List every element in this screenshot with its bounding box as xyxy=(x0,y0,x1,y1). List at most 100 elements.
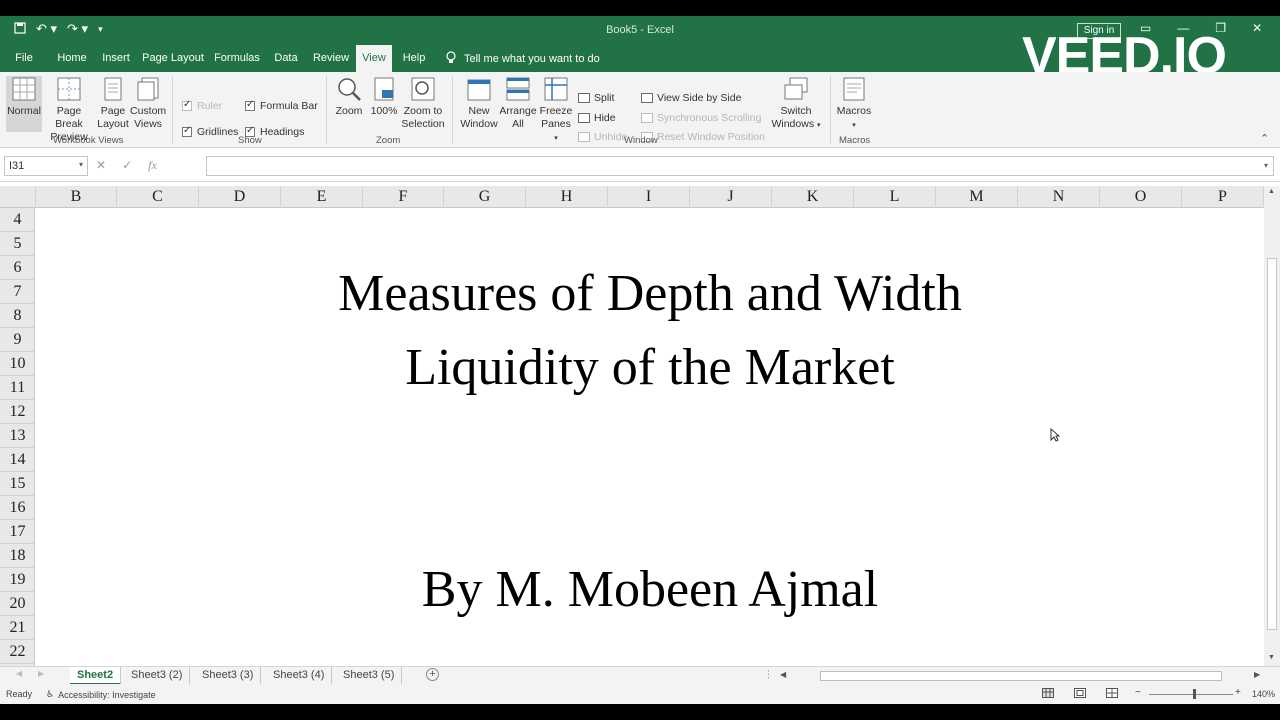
tab-page-layout[interactable]: Page Layout xyxy=(140,45,206,72)
close-icon[interactable]: ✕ xyxy=(1252,21,1262,35)
sheet-tab[interactable]: Sheet3 (5) xyxy=(336,667,403,685)
row-header[interactable]: 6 xyxy=(0,256,34,280)
split-button[interactable]: Split xyxy=(578,92,614,104)
column-header[interactable]: E xyxy=(281,186,363,208)
arrange-all-button[interactable]: Arrange All xyxy=(498,76,538,131)
column-header[interactable]: J xyxy=(690,186,772,208)
scroll-down-icon[interactable]: ▼ xyxy=(1268,654,1275,661)
column-header[interactable]: N xyxy=(1018,186,1100,208)
row-header[interactable]: 19 xyxy=(0,568,34,592)
sheet-tab[interactable]: Sheet3 (3) xyxy=(195,667,262,685)
tab-insert[interactable]: Insert xyxy=(98,45,134,72)
insert-function-icon[interactable]: fx xyxy=(148,158,157,173)
row-header[interactable]: 12 xyxy=(0,400,34,424)
ruler-checkbox[interactable]: Ruler xyxy=(182,99,222,112)
row-header[interactable]: 20 xyxy=(0,592,34,616)
scroll-up-icon[interactable]: ▲ xyxy=(1268,188,1275,195)
new-window-button[interactable]: New Window xyxy=(458,76,500,131)
zoom-percentage[interactable]: 140% xyxy=(1252,689,1275,699)
enter-icon[interactable]: ✓ xyxy=(122,158,132,173)
row-header[interactable]: 5 xyxy=(0,232,34,256)
reset-window-position-button[interactable]: Reset Window Position xyxy=(641,131,765,143)
add-sheet-icon[interactable]: + xyxy=(426,668,439,681)
prev-sheet-icon[interactable]: ◀ xyxy=(16,669,22,678)
zoom-100-button[interactable]: 100% xyxy=(369,76,399,118)
tab-split-handle-icon[interactable]: ⋮ xyxy=(764,669,773,680)
row-header[interactable]: 15 xyxy=(0,472,34,496)
expand-formula-bar-icon[interactable]: ▾ xyxy=(1264,161,1268,170)
column-header[interactable]: P xyxy=(1182,186,1264,208)
row-header[interactable]: 9 xyxy=(0,328,34,352)
tab-formulas[interactable]: Formulas xyxy=(212,45,262,72)
unhide-button[interactable]: Unhide xyxy=(578,131,627,143)
tab-review[interactable]: Review xyxy=(310,45,352,72)
column-header[interactable]: B xyxy=(36,186,117,208)
column-header[interactable]: K xyxy=(772,186,854,208)
row-header[interactable]: 13 xyxy=(0,424,34,448)
vertical-scroll-thumb[interactable] xyxy=(1267,258,1277,630)
row-header[interactable]: 16 xyxy=(0,496,34,520)
tab-file[interactable]: File xyxy=(8,45,40,72)
page-break-preview-button[interactable]: Page Break Preview xyxy=(44,76,94,144)
name-box[interactable]: I31 ▾ xyxy=(4,156,88,176)
view-side-by-side-button[interactable]: View Side by Side xyxy=(641,92,741,104)
zoom-to-selection-button[interactable]: Zoom to Selection xyxy=(400,76,446,131)
cancel-icon[interactable]: ✕ xyxy=(96,158,106,173)
zoom-in-icon[interactable]: + xyxy=(1235,687,1241,698)
collapse-ribbon-icon[interactable]: ⌃ xyxy=(1260,132,1269,145)
column-header[interactable]: H xyxy=(526,186,608,208)
hide-button[interactable]: Hide xyxy=(578,112,616,124)
column-header[interactable]: D xyxy=(199,186,281,208)
tab-help[interactable]: Help xyxy=(398,45,430,72)
row-header[interactable]: 7 xyxy=(0,280,34,304)
row-header[interactable]: 4 xyxy=(0,208,34,232)
switch-windows-button[interactable]: Switch Windows ▾ xyxy=(770,76,822,132)
scroll-left-icon[interactable]: ◀ xyxy=(780,670,786,679)
zoom-knob[interactable] xyxy=(1193,689,1196,699)
scroll-right-icon[interactable]: ▶ xyxy=(1254,670,1260,679)
next-sheet-icon[interactable]: ▶ xyxy=(38,669,44,678)
select-all-corner[interactable] xyxy=(0,186,36,208)
row-header[interactable]: 17 xyxy=(0,520,34,544)
column-header[interactable]: G xyxy=(444,186,526,208)
gridlines-checkbox[interactable]: Gridlines xyxy=(182,125,238,138)
tab-home[interactable]: Home xyxy=(52,45,92,72)
tab-view[interactable]: View xyxy=(356,45,392,72)
macros-button[interactable]: Macros ▾ xyxy=(834,76,874,132)
row-header[interactable]: 11 xyxy=(0,376,34,400)
formula-bar-checkbox[interactable]: Formula Bar xyxy=(245,99,318,112)
sheet-tab[interactable]: Sheet3 (2) xyxy=(124,667,191,685)
page-break-status-icon[interactable] xyxy=(1106,688,1118,700)
formula-input[interactable] xyxy=(206,156,1274,176)
tab-data[interactable]: Data xyxy=(268,45,304,72)
row-header[interactable]: 22 xyxy=(0,640,34,664)
sheet-tab[interactable]: Sheet2 xyxy=(70,667,122,685)
column-header[interactable]: L xyxy=(854,186,936,208)
sheet-tab[interactable]: Sheet3 (4) xyxy=(266,667,333,685)
normal-view-button[interactable]: Normal xyxy=(6,76,42,132)
row-header[interactable]: 21 xyxy=(0,616,34,640)
tell-me-search[interactable]: Tell me what you want to do xyxy=(446,51,600,67)
horizontal-scrollbar[interactable]: ◀ ▶ xyxy=(778,670,1266,682)
horizontal-scroll-thumb[interactable] xyxy=(820,671,1222,681)
freeze-panes-button[interactable]: Freeze Panes ▾ xyxy=(538,76,574,145)
page-layout-view-button[interactable]: Page Layout xyxy=(96,76,130,131)
column-header[interactable]: M xyxy=(936,186,1018,208)
row-header[interactable]: 10 xyxy=(0,352,34,376)
column-header[interactable]: C xyxy=(117,186,199,208)
column-header[interactable]: I xyxy=(608,186,690,208)
page-layout-status-icon[interactable] xyxy=(1074,688,1086,700)
worksheet-grid[interactable]: Measures of Depth and Width Liquidity of… xyxy=(36,208,1264,666)
row-header[interactable]: 18 xyxy=(0,544,34,568)
column-header[interactable]: F xyxy=(363,186,444,208)
row-header[interactable]: 8 xyxy=(0,304,34,328)
zoom-out-icon[interactable]: − xyxy=(1135,687,1141,698)
custom-views-button[interactable]: Custom Views xyxy=(130,76,166,131)
vertical-scrollbar[interactable]: ▲ ▼ xyxy=(1264,186,1280,666)
column-header[interactable]: O xyxy=(1100,186,1182,208)
zoom-slider[interactable]: − + xyxy=(1135,687,1245,701)
normal-view-status-icon[interactable] xyxy=(1042,688,1054,700)
synchronous-scrolling-button[interactable]: Synchronous Scrolling xyxy=(641,112,761,124)
zoom-button[interactable]: Zoom xyxy=(333,76,365,118)
row-header[interactable]: 14 xyxy=(0,448,34,472)
